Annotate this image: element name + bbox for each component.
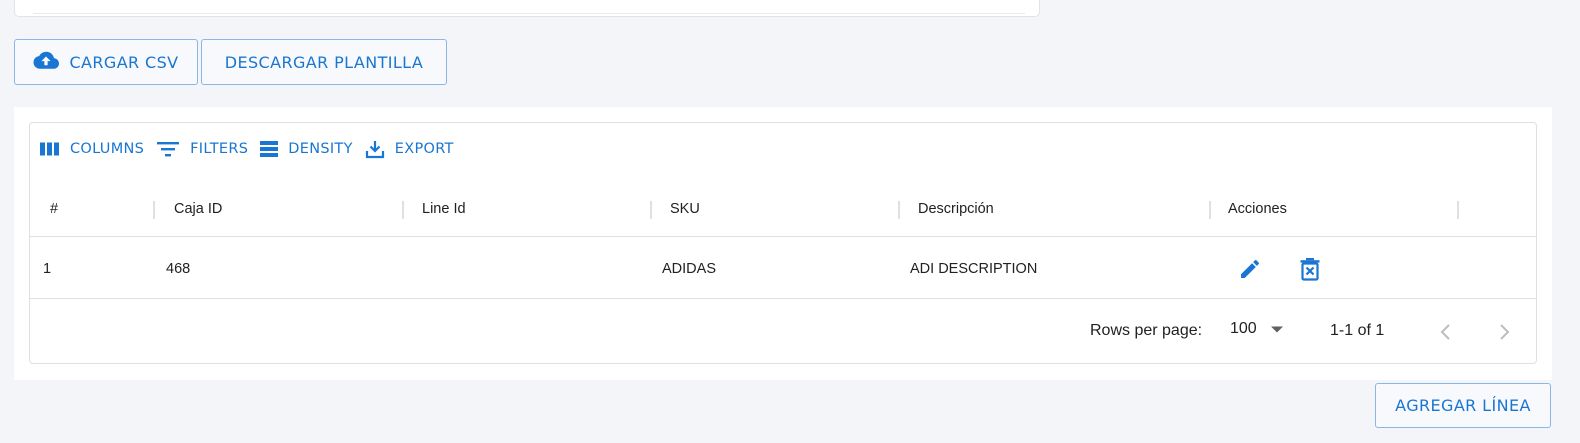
- delete-icon[interactable]: [1296, 255, 1324, 283]
- view-column-icon: [40, 141, 60, 157]
- add-line-label: AGREGAR LÍNEA: [1395, 396, 1531, 415]
- columns-label: COLUMNS: [70, 141, 145, 157]
- cell-sku: ADIDAS: [662, 260, 716, 277]
- divider: [33, 13, 1025, 14]
- column-header-acciones[interactable]: Acciones: [1228, 181, 1287, 237]
- data-grid: COLUMNS FILTERS DENSITY EXPORT # Caja ID…: [29, 122, 1537, 364]
- columns-button[interactable]: COLUMNS: [40, 141, 144, 157]
- add-line-button[interactable]: AGREGAR LÍNEA: [1375, 383, 1551, 428]
- cell-descripcion: ADI DESCRIPTION: [910, 260, 1038, 277]
- cell-number: 1: [43, 260, 52, 277]
- upload-csv-label: CARGAR CSV: [69, 52, 179, 72]
- edit-icon[interactable]: [1236, 255, 1264, 283]
- column-header-line-id[interactable]: Line Id: [422, 181, 466, 237]
- column-separator[interactable]: [650, 201, 652, 219]
- column-header-descripcion[interactable]: Descripción: [918, 181, 994, 237]
- upload-csv-button[interactable]: CARGAR CSV: [14, 39, 198, 85]
- grid-panel: COLUMNS FILTERS DENSITY EXPORT # Caja ID…: [14, 107, 1552, 380]
- export-button[interactable]: EXPORT: [365, 139, 454, 159]
- column-separator[interactable]: [898, 201, 900, 219]
- grid-toolbar: COLUMNS FILTERS DENSITY EXPORT: [40, 137, 466, 161]
- column-separator[interactable]: [402, 201, 404, 219]
- download-template-label: DESCARGAR PLANTILLA: [224, 52, 424, 72]
- column-header-caja-id[interactable]: Caja ID: [174, 181, 222, 237]
- column-separator[interactable]: [153, 201, 155, 219]
- previous-page-icon[interactable]: [1433, 320, 1457, 344]
- export-label: EXPORT: [394, 141, 454, 157]
- filter-list-icon: [156, 140, 180, 158]
- previous-form-card: [14, 0, 1040, 17]
- next-page-icon[interactable]: [1493, 320, 1517, 344]
- column-separator[interactable]: [1209, 201, 1211, 219]
- rows-per-page-label: Rows per page:: [1090, 322, 1203, 339]
- filters-label: FILTERS: [190, 141, 249, 157]
- table-row[interactable]: 1 468 ADIDAS ADI DESCRIPTION: [30, 238, 1536, 299]
- arrow-drop-down-icon: [1270, 320, 1283, 338]
- cloud-upload-icon: [33, 50, 60, 74]
- density-button[interactable]: DENSITY: [260, 140, 352, 158]
- rows-per-page-value: 100: [1230, 320, 1257, 337]
- pagination-range: 1-1 of 1: [1330, 322, 1385, 339]
- grid-header-row: # Caja ID Line Id SKU Descripción Accion…: [30, 181, 1536, 237]
- rows-per-page-select[interactable]: 100: [1230, 320, 1283, 338]
- column-header-number[interactable]: #: [50, 181, 58, 237]
- density-label: DENSITY: [288, 141, 353, 157]
- download-template-button[interactable]: DESCARGAR PLANTILLA: [201, 39, 447, 85]
- cell-caja-id: 468: [166, 260, 191, 277]
- grid-footer: Rows per page: 100 1-1 of 1: [30, 300, 1536, 364]
- filters-button[interactable]: FILTERS: [156, 140, 248, 158]
- density-icon: [260, 140, 279, 158]
- download-icon: [365, 139, 385, 159]
- column-separator[interactable]: [1457, 201, 1459, 219]
- column-header-sku[interactable]: SKU: [670, 181, 700, 237]
